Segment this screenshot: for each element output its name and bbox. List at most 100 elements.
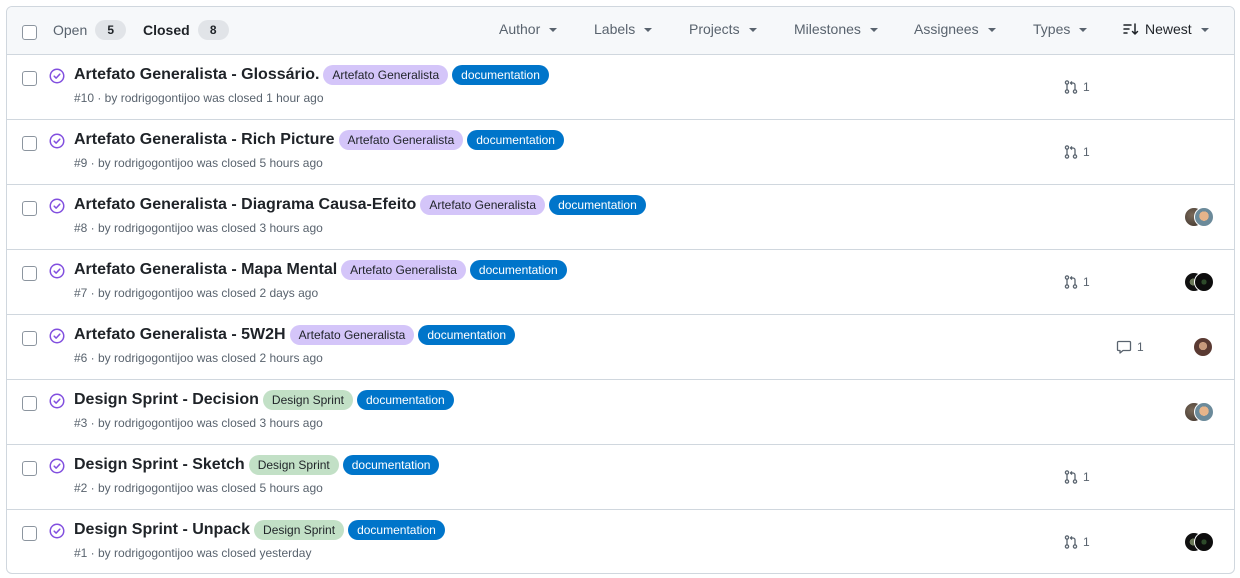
issue-title-link[interactable]: Design Sprint - Sketch <box>74 456 245 474</box>
types-filter[interactable]: Types <box>1033 21 1088 37</box>
avatar[interactable] <box>1194 272 1214 292</box>
issue-title-link[interactable]: Artefato Generalista - Mapa Mental <box>74 261 337 279</box>
milestones-filter[interactable]: Milestones <box>794 21 878 37</box>
linked-pull-requests[interactable]: 1 <box>1063 534 1090 550</box>
issue-row[interactable]: Artefato Generalista - Diagrama Causa-Ef… <box>7 185 1234 250</box>
assignee-avatars[interactable] <box>1184 402 1214 422</box>
issue-meta: #1 · by rodrigogontijoo was closed yeste… <box>74 546 312 560</box>
assignee-avatars[interactable] <box>1184 207 1214 227</box>
linked-pull-requests[interactable]: 1 <box>1063 274 1090 290</box>
issue-row[interactable]: Artefato Generalista - Rich Picture Artef… <box>7 120 1234 185</box>
assignee-avatars[interactable] <box>1184 532 1214 552</box>
issue-title-line: Design Sprint - Decision Design Sprint doc… <box>74 390 458 410</box>
issue-label[interactable]: Artefato Generalista <box>338 130 464 150</box>
labels-filter[interactable]: Labels <box>594 21 653 37</box>
avatar[interactable] <box>1193 337 1213 357</box>
avatar[interactable] <box>1194 402 1214 422</box>
linked-pr-count: 1 <box>1083 470 1090 484</box>
open-tab-label: Open <box>53 22 88 38</box>
tab-closed-issues[interactable]: Closed 8 <box>143 20 229 40</box>
linked-pr-count: 1 <box>1083 275 1090 289</box>
issue-select-checkbox[interactable] <box>22 526 37 541</box>
issue-title-link[interactable]: Artefato Generalista - Diagrama Causa-Ef… <box>74 196 416 214</box>
issue-label[interactable]: Artefato Generalista <box>323 65 449 85</box>
issue-select-checkbox[interactable] <box>22 331 37 346</box>
issue-row[interactable]: Artefato Generalista - Mapa Mental Artefa… <box>7 250 1234 315</box>
issue-label[interactable]: documentation <box>348 520 445 540</box>
issue-title-link[interactable]: Artefato Generalista - Glossário. <box>74 66 319 84</box>
issue-label[interactable]: documentation <box>356 390 454 410</box>
issue-closed-icon <box>49 328 65 344</box>
issue-select-checkbox[interactable] <box>22 201 37 216</box>
issue-label[interactable]: Artefato Generalista <box>289 325 415 345</box>
issue-title-line: Artefato Generalista - Glossário. Artefat… <box>74 65 553 85</box>
types-filter-label: Types <box>1033 21 1071 37</box>
linked-pull-requests[interactable]: 1 <box>1063 144 1090 160</box>
sort-dropdown[interactable]: Newest <box>1123 21 1209 37</box>
chevron-down-icon <box>869 28 878 32</box>
milestones-filter-label: Milestones <box>794 21 861 37</box>
issue-meta: #9 · by rodrigogontijoo was closed 5 hou… <box>74 156 323 170</box>
assignee-avatars[interactable] <box>1193 337 1213 357</box>
issues-list: Open 5 Closed 8 Author Labels Projects M… <box>6 6 1235 574</box>
issue-title-link[interactable]: Design Sprint - Decision <box>74 391 259 409</box>
comments-link[interactable]: 1 <box>1116 339 1144 355</box>
issue-closed-icon <box>49 133 65 149</box>
sort-desc-icon <box>1123 23 1139 35</box>
linked-pr-count: 1 <box>1083 80 1090 94</box>
issue-label[interactable]: documentation <box>418 325 516 345</box>
issue-title-line: Artefato Generalista - 5W2H Artefato Gene… <box>74 325 519 345</box>
avatar[interactable] <box>1194 532 1214 552</box>
linked-pull-requests[interactable]: 1 <box>1063 469 1090 485</box>
projects-filter[interactable]: Projects <box>689 21 757 37</box>
issue-row[interactable]: Artefato Generalista - 5W2H Artefato Gene… <box>7 315 1234 380</box>
issue-row[interactable]: Design Sprint - Decision Design Sprint doc… <box>7 380 1234 445</box>
chevron-down-icon <box>748 28 757 32</box>
select-all-checkbox[interactable] <box>22 25 37 40</box>
author-filter[interactable]: Author <box>499 21 558 37</box>
issue-row[interactable]: Artefato Generalista - Glossário. Artefat… <box>7 55 1234 120</box>
linked-pull-requests[interactable]: 1 <box>1063 79 1090 95</box>
issue-title-link[interactable]: Artefato Generalista - 5W2H <box>74 326 286 344</box>
issue-title-link[interactable]: Artefato Generalista - Rich Picture <box>74 131 335 149</box>
assignees-filter[interactable]: Assignees <box>914 21 996 37</box>
chevron-down-icon <box>1200 28 1209 32</box>
issue-meta: #10 · by rodrigogontijoo was closed 1 ho… <box>74 91 324 105</box>
issue-select-checkbox[interactable] <box>22 461 37 476</box>
issue-meta: #8 · by rodrigogontijoo was closed 3 hou… <box>74 221 323 235</box>
issue-select-checkbox[interactable] <box>22 396 37 411</box>
issue-label[interactable]: documentation <box>467 130 564 150</box>
issue-label[interactable]: Artefato Generalista <box>341 260 466 280</box>
issue-label[interactable]: Design Sprint <box>254 520 345 540</box>
issue-label[interactable]: documentation <box>469 260 567 280</box>
tab-open-issues[interactable]: Open 5 <box>53 20 127 40</box>
issue-select-checkbox[interactable] <box>22 266 37 281</box>
issue-row[interactable]: Design Sprint - Sketch Design Sprint docum… <box>7 445 1234 510</box>
issue-label[interactable]: Artefato Generalista <box>420 195 546 215</box>
pull-request-icon <box>1064 275 1078 289</box>
issue-select-checkbox[interactable] <box>22 136 37 151</box>
assignee-avatars[interactable] <box>1184 272 1214 292</box>
author-filter-label: Author <box>499 21 541 37</box>
chevron-down-icon <box>644 28 653 32</box>
labels-filter-label: Labels <box>594 21 636 37</box>
issue-closed-icon <box>49 458 65 474</box>
issue-label[interactable]: documentation <box>342 455 440 475</box>
issue-meta: #3 · by rodrigogontijoo was closed 3 hou… <box>74 416 323 430</box>
sort-label: Newest <box>1145 21 1192 37</box>
issue-title-link[interactable]: Design Sprint - Unpack <box>74 521 250 539</box>
chevron-down-icon <box>549 28 558 32</box>
issues-list-header: Open 5 Closed 8 Author Labels Projects M… <box>7 7 1234 55</box>
chevron-down-icon <box>1079 28 1088 32</box>
issue-label[interactable]: documentation <box>549 195 646 215</box>
open-count-badge: 5 <box>95 20 127 40</box>
issue-title-line: Artefato Generalista - Diagrama Causa-Ef… <box>74 195 650 215</box>
issue-label[interactable]: documentation <box>452 65 549 85</box>
avatar[interactable] <box>1194 207 1214 227</box>
issue-label[interactable]: Design Sprint <box>248 455 339 475</box>
issue-row[interactable]: Design Sprint - Unpack Design Sprint docum… <box>7 510 1234 573</box>
issue-meta: #7 · by rodrigogontijoo was closed 2 day… <box>74 286 319 300</box>
issue-label[interactable]: Design Sprint <box>262 390 353 410</box>
pull-request-icon <box>1064 80 1078 94</box>
issue-select-checkbox[interactable] <box>22 71 37 86</box>
